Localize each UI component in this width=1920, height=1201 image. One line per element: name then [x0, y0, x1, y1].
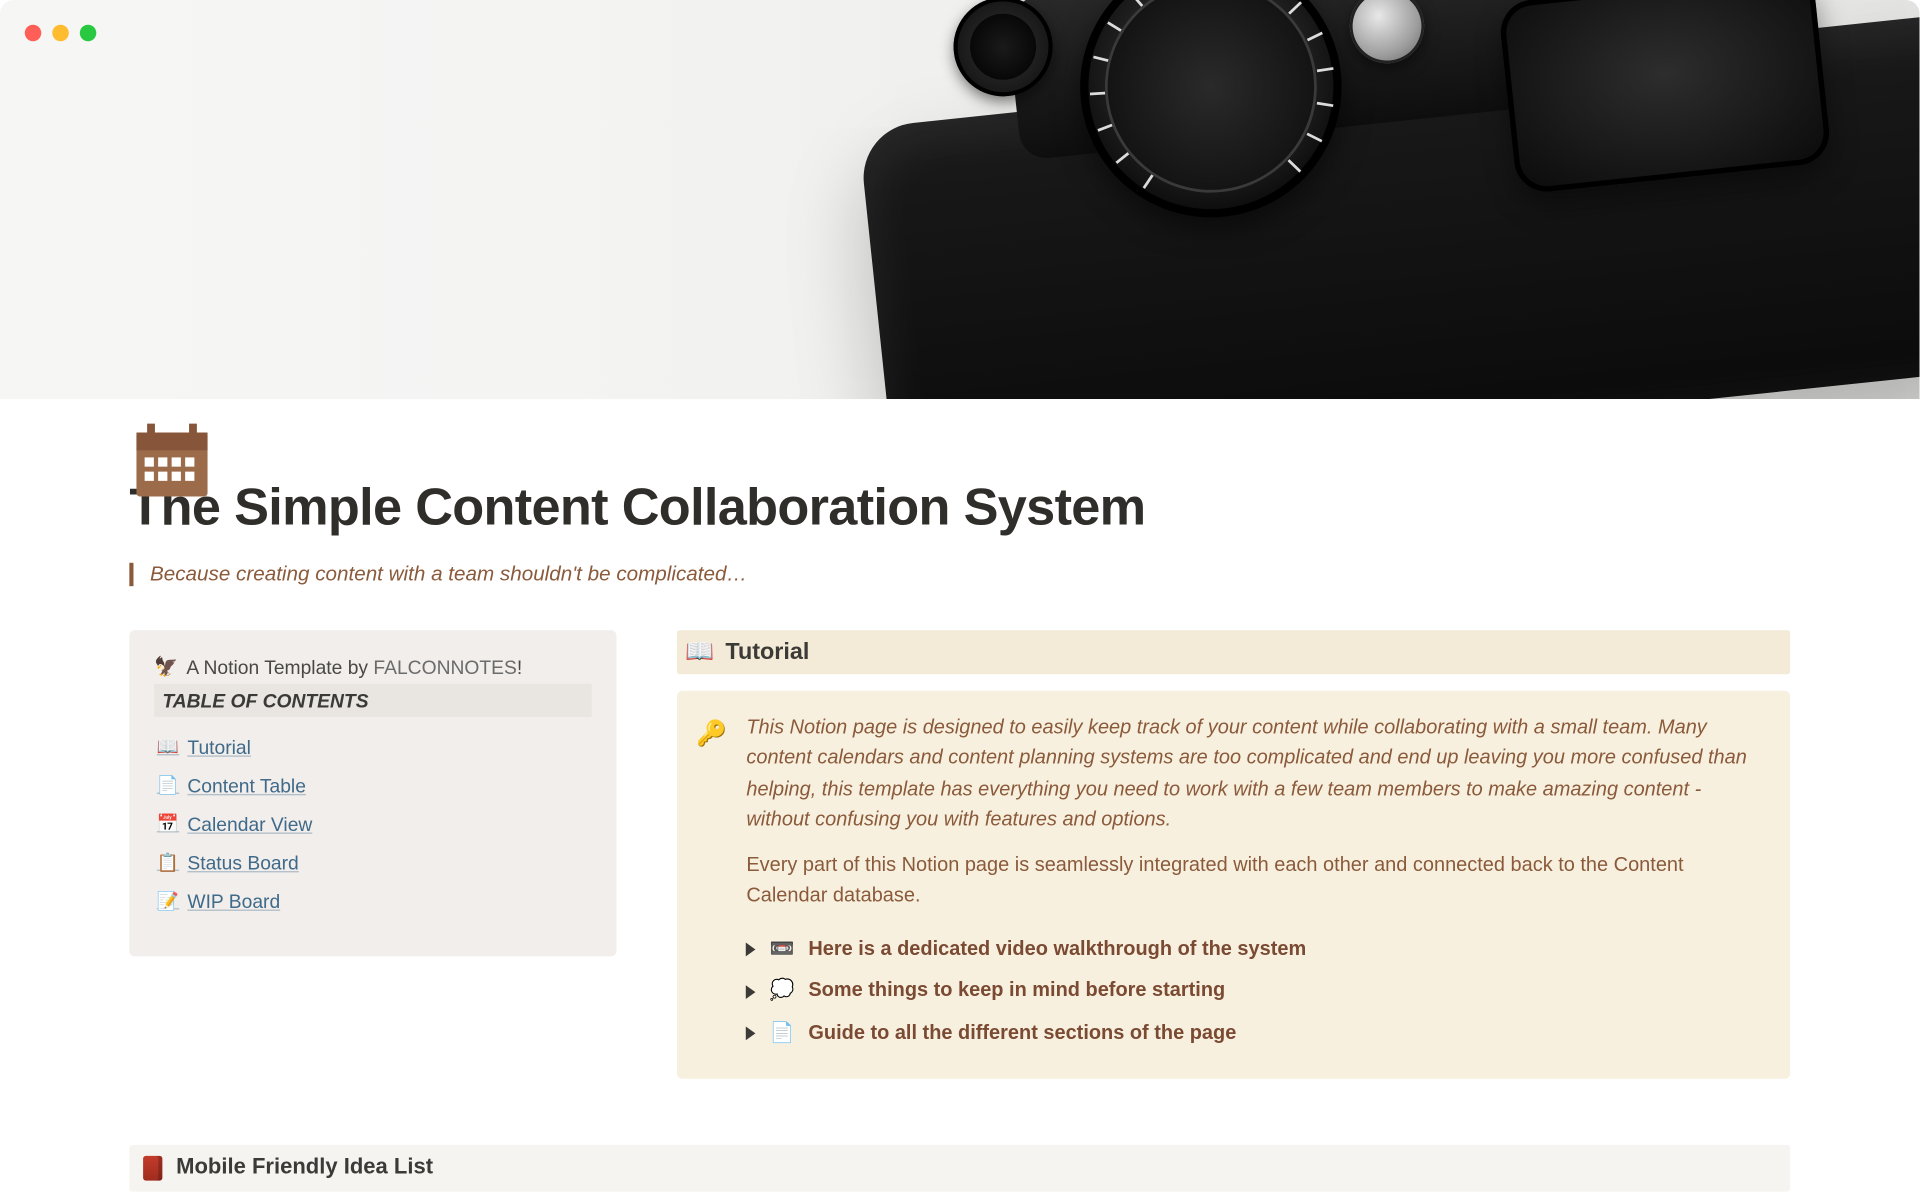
toc-item-label: Content Table [187, 775, 306, 797]
main-column: 📖 Tutorial 🔑 This Notion page is designe… [677, 630, 1790, 1079]
mobile-idea-list-label: Mobile Friendly Idea List [176, 1156, 433, 1181]
dial-number: 1000 [1107, 91, 1142, 148]
dial-number: 250 [1107, 36, 1136, 93]
dial-number: 125 [1124, 0, 1176, 41]
dial-number: 15 [1201, 0, 1258, 10]
toggle-emoji-icon: 💭 [770, 976, 795, 1007]
byline-prefix: A Notion Template by [186, 656, 373, 678]
toggle-triangle-icon [746, 985, 756, 999]
toggle-item[interactable]: 📄 Guide to all the different sections of … [746, 1012, 1765, 1054]
toc-item[interactable]: 📄 Content Table [154, 766, 592, 805]
toggle-emoji-icon: 📄 [770, 1018, 795, 1049]
dial-number: 4000 [1132, 141, 1187, 185]
dial-number: 500 [1109, 64, 1129, 120]
toggle-label: Here is a dedicated video walkthrough of… [808, 934, 1306, 965]
toc-item-icon: 📖 [157, 736, 179, 758]
tutorial-heading[interactable]: 📖 Tutorial [677, 630, 1790, 674]
toc-item[interactable]: 📝 WIP Board [154, 882, 592, 921]
byline-brand[interactable]: FALCONNOTES [373, 656, 516, 678]
dial-number: 30 [1173, 0, 1229, 6]
tutorial-heading-label: Tutorial [725, 638, 809, 666]
close-window-button[interactable] [25, 25, 42, 42]
page-subtitle-quote[interactable]: Because creating content with a team sho… [129, 563, 1790, 586]
traffic-lights [25, 25, 97, 42]
toc-item-icon: 📋 [157, 852, 179, 874]
book-icon: 📖 [685, 638, 714, 666]
dial-number: 60 [1146, 0, 1203, 21]
dial-number: 180 [1111, 11, 1154, 67]
toc-item-label: Tutorial [187, 736, 251, 758]
tutorial-intro: This Notion page is designed to easily k… [746, 713, 1765, 837]
byline-suffix: ! [517, 656, 522, 678]
toc-item[interactable]: 📅 Calendar View [154, 805, 592, 844]
toc-item-label: WIP Board [187, 890, 280, 912]
toggle-triangle-icon [746, 943, 756, 957]
toc-item-icon: 📅 [157, 813, 179, 835]
dial-number: B [1274, 100, 1313, 157]
notebook-icon [143, 1156, 162, 1181]
tutorial-callout: 🔑 This Notion page is designed to easily… [677, 691, 1790, 1079]
calendar-icon [129, 418, 214, 503]
toc-item[interactable]: 📖 Tutorial [154, 728, 592, 767]
cover-image[interactable]: ON 4000200010005002501801256030158421TBA [0, 0, 1920, 399]
toc-sidebar: 🦅 A Notion Template by FALCONNOTES! TABL… [129, 630, 616, 956]
minimize-window-button[interactable] [52, 25, 69, 42]
dial-number: T [1289, 73, 1314, 130]
dial-number: 8 [1228, 0, 1284, 27]
byline: 🦅 A Notion Template by FALCONNOTES! [154, 655, 592, 678]
mobile-idea-list-heading[interactable]: Mobile Friendly Idea List [129, 1145, 1790, 1192]
dial-number: 2 [1274, 18, 1313, 75]
window-frame: ON 4000200010005002501801256030158421TBA… [0, 0, 1920, 1201]
toggle-label: Some things to keep in mind before start… [808, 976, 1225, 1007]
page-body: The Simple Content Collaboration System … [0, 479, 1920, 1201]
tutorial-para2: Every part of this Notion page is seamle… [746, 850, 1765, 912]
toc-item[interactable]: 📋 Status Board [154, 843, 592, 882]
toggle-item[interactable]: 📼 Here is a dedicated video walkthrough o… [746, 929, 1765, 971]
toggle-emoji-icon: 📼 [770, 934, 795, 965]
toggle-item[interactable]: 💭 Some things to keep in mind before star… [746, 970, 1765, 1012]
toc-item-label: Status Board [187, 852, 298, 874]
toc-header: TABLE OF CONTENTS [154, 684, 592, 717]
page-title[interactable]: The Simple Content Collaboration System [129, 479, 1790, 538]
toggle-label: Guide to all the different sections of t… [808, 1018, 1236, 1049]
page-icon[interactable] [129, 418, 214, 503]
maximize-window-button[interactable] [80, 25, 97, 42]
toc-item-icon: 📝 [157, 890, 179, 912]
toc-item-label: Calendar View [187, 813, 312, 835]
cover-camera-illustration: ON 4000200010005002501801256030158421TBA [681, 0, 1919, 399]
toggle-triangle-icon [746, 1026, 756, 1040]
bird-icon: 🦅 [154, 655, 178, 678]
toc-item-icon: 📄 [157, 775, 179, 797]
dial-number: 1 [1290, 45, 1314, 102]
dial-number: 2000 [1115, 117, 1162, 170]
key-icon: 🔑 [696, 716, 727, 1055]
